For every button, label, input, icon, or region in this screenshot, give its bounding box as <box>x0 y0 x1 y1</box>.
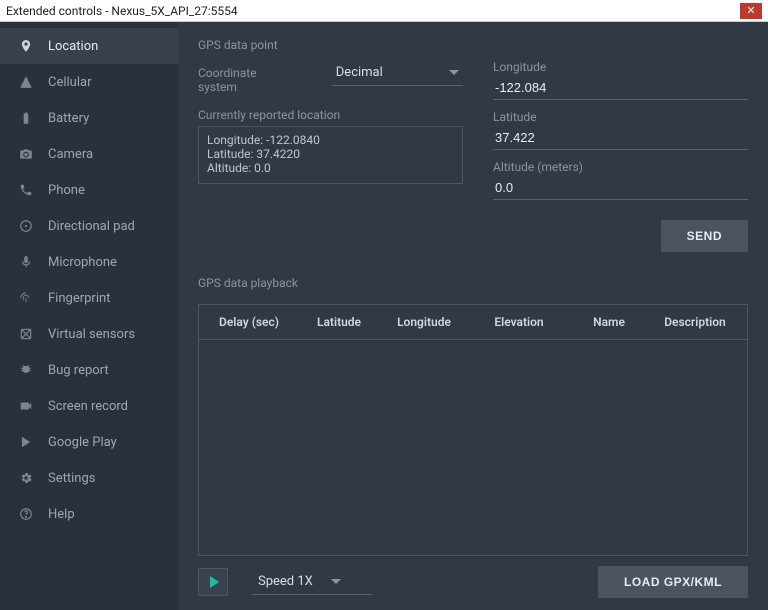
phone-icon <box>18 182 34 198</box>
battery-icon <box>18 110 34 126</box>
altitude-label: Altitude (meters) <box>493 160 748 174</box>
sidebar-item-label: Camera <box>48 147 93 162</box>
main-panel: GPS data point Coordinate system Decimal… <box>178 22 768 610</box>
sidebar-item-label: Screen record <box>48 399 128 414</box>
col-longitude: Longitude <box>379 315 469 329</box>
longitude-input[interactable] <box>493 76 748 100</box>
longitude-label: Longitude <box>493 60 748 74</box>
sidebar-item-virtual-sensors[interactable]: Virtual sensors <box>0 316 178 352</box>
sidebar-item-label: Phone <box>48 183 85 198</box>
sidebar-item-dpad[interactable]: Directional pad <box>0 208 178 244</box>
sidebar-item-settings[interactable]: Settings <box>0 460 178 496</box>
window-titlebar: Extended controls - Nexus_5X_API_27:5554… <box>0 0 768 22</box>
sidebar-item-screen-record[interactable]: Screen record <box>0 388 178 424</box>
signal-icon <box>18 74 34 90</box>
sidebar-item-fingerprint[interactable]: Fingerprint <box>0 280 178 316</box>
record-icon <box>18 398 34 414</box>
col-name: Name <box>569 315 649 329</box>
send-button[interactable]: SEND <box>661 220 748 252</box>
sensors-icon <box>18 326 34 342</box>
sidebar-item-label: Directional pad <box>48 219 135 234</box>
latitude-input[interactable] <box>493 126 748 150</box>
sidebar-item-label: Location <box>48 39 98 54</box>
col-description: Description <box>649 315 741 329</box>
altitude-input[interactable] <box>493 176 748 200</box>
dpad-icon <box>18 218 34 234</box>
sidebar-item-microphone[interactable]: Microphone <box>0 244 178 280</box>
play-store-icon <box>18 434 34 450</box>
sidebar-item-label: Fingerprint <box>48 291 110 306</box>
gps-point-title: GPS data point <box>198 38 748 52</box>
chevron-down-icon <box>449 70 459 75</box>
window-title: Extended controls - Nexus_5X_API_27:5554 <box>6 4 238 18</box>
col-delay: Delay (sec) <box>199 315 299 329</box>
play-button[interactable] <box>198 568 228 596</box>
microphone-icon <box>18 254 34 270</box>
speed-value: Speed 1X <box>258 574 313 589</box>
sidebar-item-google-play[interactable]: Google Play <box>0 424 178 460</box>
camera-icon <box>18 146 34 162</box>
sidebar-item-label: Settings <box>48 471 95 486</box>
sidebar-item-label: Virtual sensors <box>48 327 135 342</box>
coord-system-value: Decimal <box>336 65 383 80</box>
sidebar: Location Cellular Battery Camera Phone <box>0 22 178 610</box>
location-pin-icon <box>18 38 34 54</box>
playback-table-body <box>199 340 747 555</box>
sidebar-item-cellular[interactable]: Cellular <box>0 64 178 100</box>
sidebar-item-label: Bug report <box>48 363 109 378</box>
play-icon <box>210 576 219 588</box>
reported-location-label: Currently reported location <box>198 108 463 122</box>
sidebar-item-camera[interactable]: Camera <box>0 136 178 172</box>
playback-table: Delay (sec) Latitude Longitude Elevation… <box>198 304 748 556</box>
latitude-label: Latitude <box>493 110 748 124</box>
reported-location-box: Longitude: -122.0840 Latitude: 37.4220 A… <box>198 126 463 184</box>
sidebar-item-label: Google Play <box>48 435 117 450</box>
sidebar-item-bug-report[interactable]: Bug report <box>0 352 178 388</box>
sidebar-item-phone[interactable]: Phone <box>0 172 178 208</box>
sidebar-item-label: Microphone <box>48 255 117 270</box>
speed-select[interactable]: Speed 1X <box>252 569 372 595</box>
sidebar-item-label: Help <box>48 507 75 522</box>
sidebar-item-help[interactable]: Help <box>0 496 178 532</box>
col-latitude: Latitude <box>299 315 379 329</box>
sidebar-item-battery[interactable]: Battery <box>0 100 178 136</box>
bug-icon <box>18 362 34 378</box>
sidebar-item-label: Cellular <box>48 75 91 90</box>
close-button[interactable]: ✕ <box>740 3 762 19</box>
col-elevation: Elevation <box>469 315 569 329</box>
gear-icon <box>18 470 34 486</box>
close-icon: ✕ <box>746 4 755 17</box>
coord-system-label: Coordinate system <box>198 66 292 94</box>
chevron-down-icon <box>331 579 341 584</box>
help-icon <box>18 506 34 522</box>
reported-longitude: Longitude: -122.0840 <box>207 133 454 147</box>
reported-altitude: Altitude: 0.0 <box>207 161 454 175</box>
sidebar-item-label: Battery <box>48 111 89 126</box>
sidebar-item-location[interactable]: Location <box>0 28 178 64</box>
fingerprint-icon <box>18 290 34 306</box>
playback-table-header: Delay (sec) Latitude Longitude Elevation… <box>199 305 747 340</box>
reported-latitude: Latitude: 37.4220 <box>207 147 454 161</box>
load-gpx-kml-button[interactable]: LOAD GPX/KML <box>598 566 748 598</box>
playback-title: GPS data playback <box>198 276 748 290</box>
coord-system-select[interactable]: Decimal <box>332 60 463 86</box>
